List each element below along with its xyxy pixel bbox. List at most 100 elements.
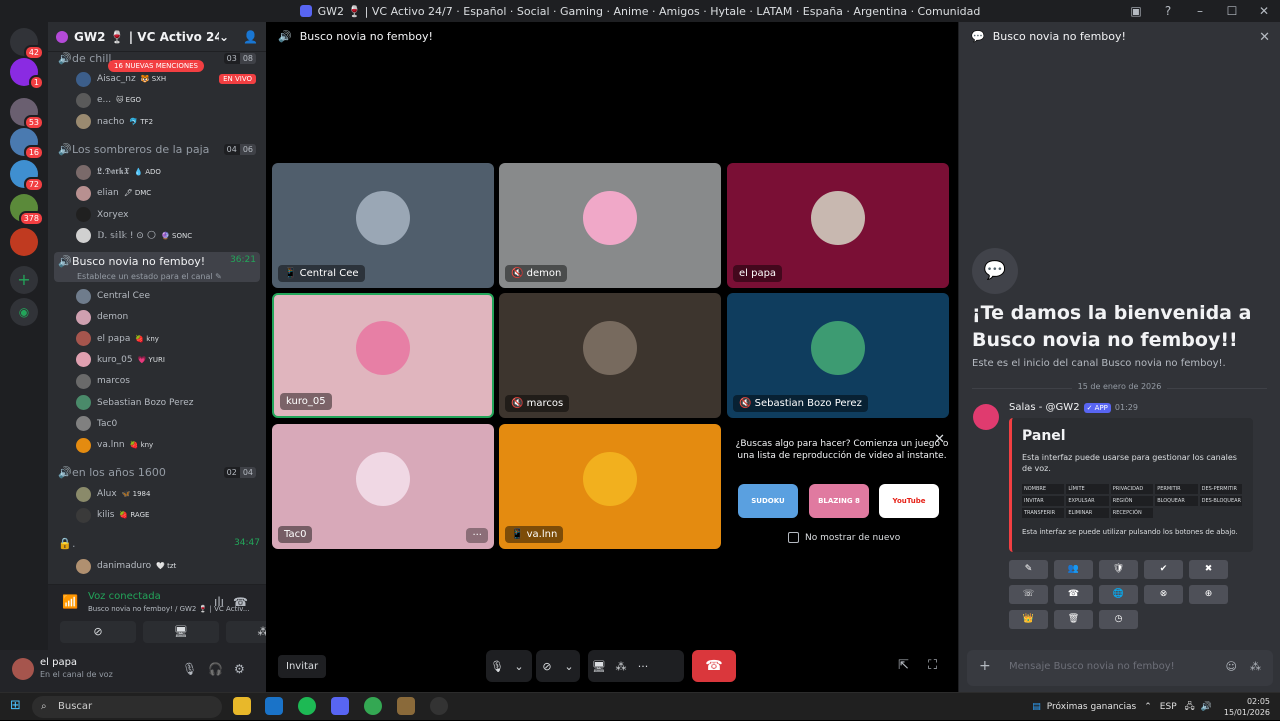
delete-button[interactable]: 🗑 — [1054, 610, 1093, 629]
signal-icon[interactable]: 📶 — [62, 595, 78, 610]
avatar[interactable] — [76, 352, 91, 368]
minimize-button[interactable]: – — [1184, 4, 1216, 18]
add-server-icon[interactable]: + — [10, 266, 38, 294]
voice-channel-locked[interactable]: 🔒 . 34:47 — [54, 533, 260, 553]
fullscreen-icon[interactable]: ⛶ — [928, 658, 937, 673]
avatar[interactable] — [76, 331, 91, 347]
microphone-icon[interactable]: 🎙 — [486, 660, 508, 673]
message-input[interactable]: + Mensaje Busco novia no femboy! ☺ ⁂ — [967, 650, 1273, 686]
participant-tile[interactable]: 📱 Central Cee — [272, 163, 494, 288]
server-icon[interactable]: 53 — [10, 98, 44, 130]
reception-button[interactable]: ◷ — [1099, 610, 1138, 629]
headphones-icon[interactable]: 🎧 — [208, 662, 223, 676]
obs-icon[interactable] — [430, 697, 448, 715]
taskbar-search[interactable]: ⌕ Buscar — [32, 696, 222, 718]
member-row[interactable]: kilis 🍓 RAGE — [76, 505, 256, 525]
discover-icon[interactable]: ◉ — [10, 298, 38, 326]
member-row[interactable]: elian 🖋 DMC — [76, 183, 256, 203]
app-icon[interactable] — [397, 697, 415, 715]
member-row[interactable]: e... 🐱 EGO — [76, 90, 256, 110]
camera-off-button[interactable]: ⊘ — [60, 621, 136, 643]
unblock-button[interactable]: ⊕ — [1189, 585, 1228, 604]
avatar[interactable] — [76, 416, 91, 432]
disconnect-button[interactable]: ☎ — [692, 650, 736, 682]
member-row[interactable]: 𝕷.𝕯𝖆𝖗𝖐𝖃 💧 ADO — [76, 162, 256, 182]
camera-control[interactable]: ⊘ ⌄ — [536, 650, 580, 682]
avatar[interactable] — [76, 395, 91, 410]
add-member-icon[interactable]: 👤 — [243, 30, 258, 44]
help-icon[interactable]: ? — [1152, 4, 1184, 18]
rename-button[interactable]: ✎ — [1009, 560, 1048, 579]
participant-tile[interactable]: 📱 va.lnn — [499, 424, 721, 549]
gear-icon[interactable]: ⚙ — [234, 662, 245, 676]
member-row[interactable]: 𝔻. 𝕤𝕚𝕝𝕜 ! ⊙ 🌕 🔮 SONC — [76, 226, 256, 246]
avatar[interactable] — [76, 558, 91, 574]
mute-control[interactable]: 🎙 ⌄ — [486, 650, 532, 682]
avatar[interactable] — [76, 228, 91, 244]
member-row[interactable]: Central Cee — [76, 286, 256, 306]
voice-channel[interactable]: 🔊 en los años 1600 02 04 — [54, 462, 260, 482]
spotify-icon[interactable] — [298, 697, 316, 715]
network-icon[interactable]: 🖧 — [1185, 699, 1195, 715]
popout-icon[interactable]: ⇱ — [898, 658, 909, 673]
avatar[interactable] — [76, 164, 91, 180]
member-row[interactable]: demon — [76, 307, 256, 327]
participant-tile[interactable]: kuro_05 — [272, 293, 494, 418]
message-placeholder[interactable]: Mensaje Busco novia no femboy! — [1009, 661, 1175, 672]
chevron-down-icon[interactable]: ⌄ — [558, 660, 580, 673]
widget-label[interactable]: Próximas ganancias — [1047, 702, 1136, 712]
server-icon[interactable]: 16 — [10, 128, 44, 160]
disconnect-icon[interactable]: ☎ — [233, 595, 248, 609]
participant-tile[interactable]: 🔇 demon — [499, 163, 721, 288]
server-icon[interactable]: 1 — [10, 58, 44, 90]
store-icon[interactable] — [265, 697, 283, 715]
voice-status[interactable]: Voz conectada — [88, 591, 161, 602]
avatar[interactable] — [76, 507, 91, 523]
voice-channel-path[interactable]: Busco novia no femboy! / GW2 🍷 | VC Acti… — [88, 605, 250, 613]
voice-channel[interactable]: 🔊 Los sombreros de la paja 04 06 — [54, 139, 260, 159]
close-icon[interactable]: ✕ — [1259, 30, 1270, 45]
screen-share-icon[interactable]: 🖥 — [588, 660, 610, 673]
user-name[interactable]: el papa — [40, 657, 77, 668]
member-row[interactable]: Sebastian Bozo Perez — [76, 393, 256, 413]
noise-suppression-icon[interactable]: ılı — [214, 595, 224, 609]
privacy-button[interactable]: 🛡 — [1099, 560, 1138, 579]
limit-button[interactable]: 👥 — [1054, 560, 1093, 579]
unpermit-button[interactable]: ✖ — [1189, 560, 1228, 579]
participant-tile[interactable]: 🔇 marcos — [499, 293, 721, 418]
screen-share-button[interactable]: 🖥 — [143, 621, 219, 643]
activities-icon[interactable]: ⁂ — [610, 660, 632, 673]
server-icon[interactable]: 72 — [10, 160, 44, 192]
windows-start-icon[interactable]: ⊞ — [10, 699, 22, 712]
block-button[interactable]: ⊗ — [1144, 585, 1183, 604]
invite-button[interactable]: ☏ — [1009, 585, 1048, 604]
transfer-button[interactable]: 👑 — [1009, 610, 1048, 629]
clock[interactable]: 02:05 15/01/2026 — [1224, 696, 1270, 718]
avatar[interactable] — [76, 185, 91, 201]
chevron-up-icon[interactable]: ⌃ — [1144, 702, 1152, 712]
avatar[interactable] — [76, 114, 91, 130]
participant-tile[interactable]: el papa — [727, 163, 949, 288]
region-button[interactable]: 🌐 — [1099, 585, 1138, 604]
chevron-down-icon[interactable]: ⌄ — [508, 660, 530, 673]
avatar[interactable] — [76, 437, 91, 453]
member-row[interactable]: Xoryex — [76, 205, 256, 225]
server-folder-icon[interactable]: 378 — [10, 194, 44, 226]
screen-icon[interactable]: ▣ — [1120, 4, 1152, 18]
avatar[interactable] — [76, 309, 91, 325]
message-author[interactable]: Salas - @GW2 — [1009, 402, 1080, 413]
checkbox-icon[interactable] — [788, 532, 799, 543]
avatar[interactable] — [76, 373, 91, 389]
file-explorer-icon[interactable] — [233, 697, 251, 715]
chrome-icon[interactable] — [364, 697, 382, 715]
share-controls[interactable]: 🖥 ⁂ ··· — [588, 650, 684, 682]
member-row[interactable]: marcos — [76, 371, 256, 391]
avatar[interactable] — [76, 486, 91, 502]
avatar[interactable] — [12, 658, 34, 680]
dm-home-icon[interactable]: 42 — [10, 28, 44, 60]
member-row[interactable]: Alux 🦋 1984 — [76, 484, 256, 504]
add-attachment-icon[interactable]: + — [979, 658, 991, 674]
lang-label[interactable]: ESP — [1160, 702, 1177, 712]
avatar[interactable] — [973, 404, 999, 430]
close-button[interactable]: ✕ — [1248, 4, 1280, 18]
